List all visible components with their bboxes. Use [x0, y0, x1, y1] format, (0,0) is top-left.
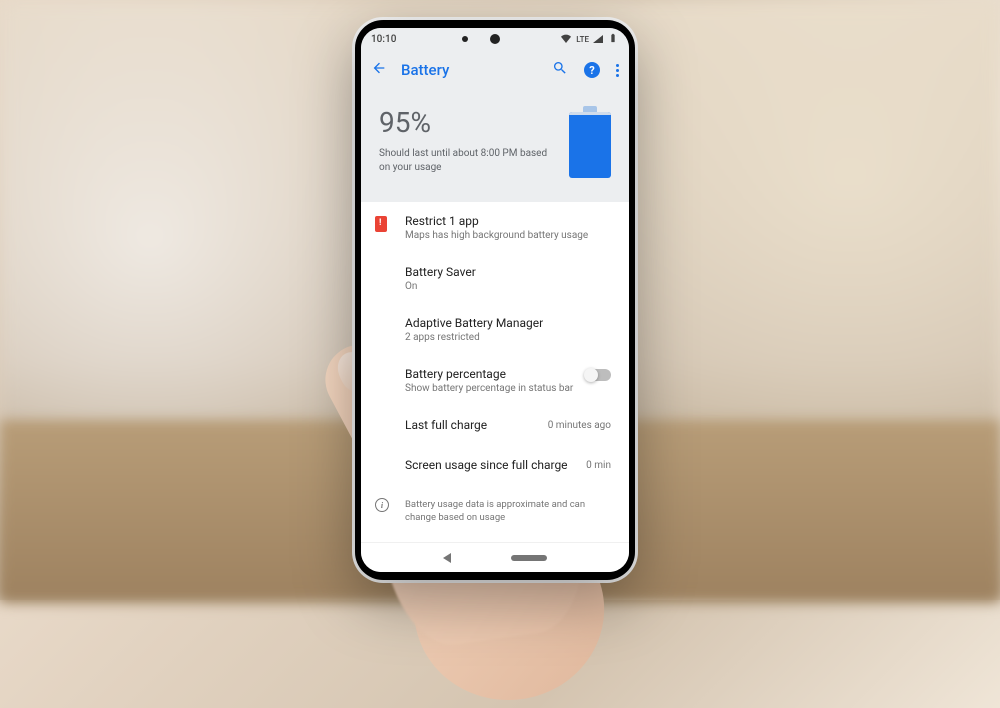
overflow-menu-icon[interactable] — [616, 64, 619, 77]
phone-camera-notch — [490, 34, 500, 44]
back-arrow-icon[interactable] — [371, 60, 387, 80]
setting-screen-usage[interactable]: Screen usage since full charge 0 min — [361, 446, 629, 486]
setting-subtitle: Show battery percentage in status bar — [405, 383, 611, 394]
info-icon: i — [375, 498, 389, 512]
setting-value: 0 min — [586, 460, 611, 471]
setting-battery-percentage-toggle[interactable]: Battery percentage Show battery percenta… — [361, 355, 629, 406]
setting-subtitle: On — [405, 281, 611, 292]
setting-title: Battery percentage — [405, 367, 611, 381]
setting-last-full-charge[interactable]: Last full charge 0 minutes ago — [361, 406, 629, 446]
status-time: 10:10 — [371, 34, 396, 45]
nav-home-pill[interactable] — [511, 555, 547, 561]
signal-icon — [593, 35, 603, 43]
search-icon[interactable] — [552, 60, 568, 80]
battery-info-note: i Battery usage data is approximate and … — [361, 486, 629, 537]
setting-restrict-app[interactable]: Restrict 1 app Maps has high background … — [361, 202, 629, 253]
nav-back-icon[interactable] — [443, 553, 451, 563]
setting-adaptive-battery[interactable]: Adaptive Battery Manager 2 apps restrict… — [361, 304, 629, 355]
setting-title: Screen usage since full charge — [405, 458, 611, 472]
battery-estimate-text: Should last until about 8:00 PM based on… — [379, 147, 549, 175]
setting-value: 0 minutes ago — [548, 420, 611, 431]
help-icon[interactable]: ? — [584, 62, 600, 78]
page-title: Battery — [401, 61, 538, 79]
toggle-switch[interactable] — [585, 369, 611, 381]
battery-alert-icon — [375, 216, 387, 232]
phone-frame: 10:10 LTE Battery — [355, 20, 635, 580]
navigation-bar — [361, 542, 629, 572]
setting-title: Battery Saver — [405, 265, 611, 279]
app-header: Battery ? — [361, 50, 629, 90]
battery-status-icon — [607, 33, 619, 46]
wifi-icon — [560, 33, 572, 46]
phone-screen: 10:10 LTE Battery — [361, 28, 629, 572]
setting-subtitle: 2 apps restricted — [405, 332, 611, 343]
setting-battery-saver[interactable]: Battery Saver On — [361, 253, 629, 304]
settings-list[interactable]: Restrict 1 app Maps has high background … — [361, 202, 629, 542]
battery-graphic-icon — [569, 106, 611, 178]
setting-title: Restrict 1 app — [405, 214, 611, 228]
setting-title: Adaptive Battery Manager — [405, 316, 611, 330]
info-text: Battery usage data is approximate and ca… — [405, 498, 611, 525]
network-label: LTE — [576, 35, 589, 44]
battery-percentage-value: 95% — [379, 106, 549, 139]
battery-hero-section: 95% Should last until about 8:00 PM base… — [361, 90, 629, 202]
setting-subtitle: Maps has high background battery usage — [405, 230, 611, 241]
